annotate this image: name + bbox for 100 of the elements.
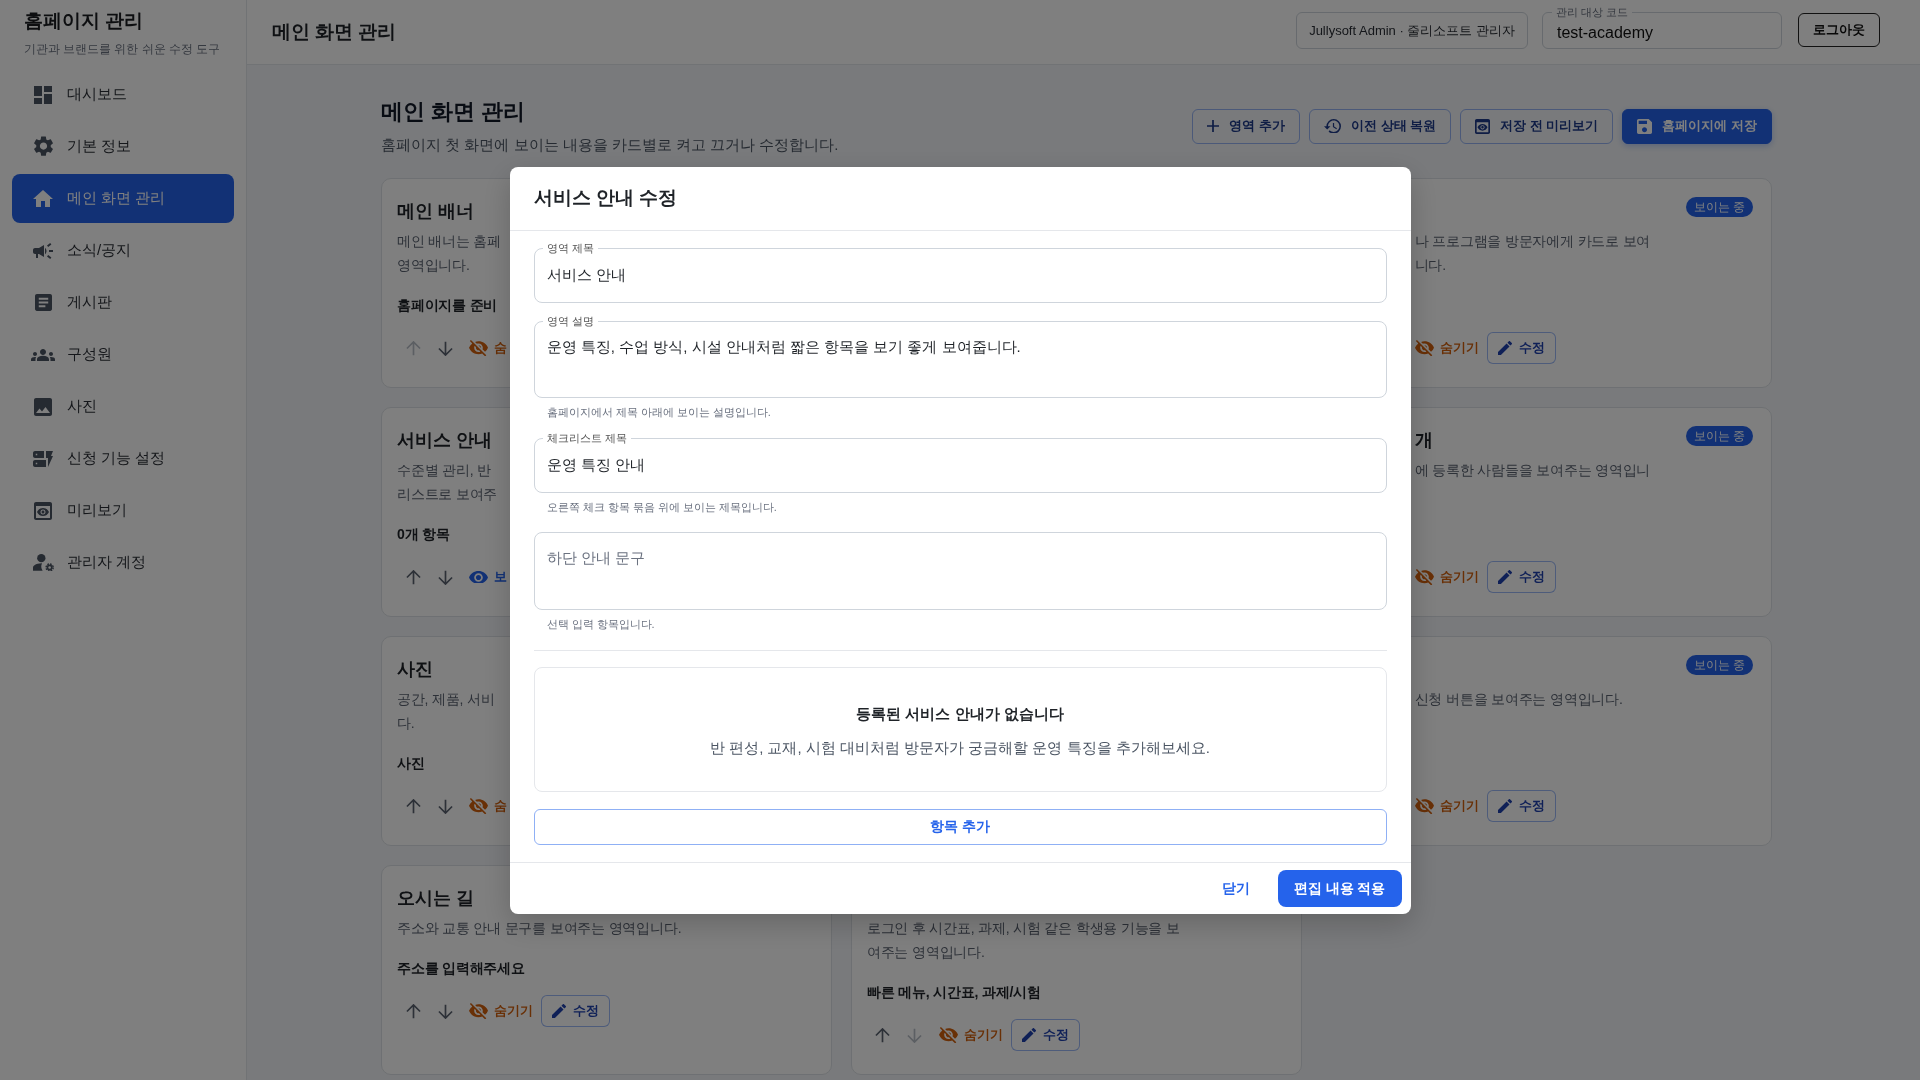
sidebar-item[interactable]: 사진 (12, 382, 234, 431)
sidebar-item[interactable]: 게시판 (12, 278, 234, 327)
dialog-title: 서비스 안내 수정 (533, 186, 677, 210)
restore-button[interactable]: 이전 상태 복원 (1308, 108, 1452, 144)
hide-button[interactable]: 숨 (469, 790, 507, 822)
card-description: 메인 배너는 홈페 (397, 232, 501, 251)
eye-slash-icon (469, 339, 488, 357)
account-chip: Jullysoft Admin · 줄리소프트 관리자 (1296, 11, 1528, 49)
arrow-down-icon (907, 1027, 923, 1043)
plus-icon (1207, 120, 1220, 132)
page-title: 메인 화면 관리 (272, 20, 397, 44)
eye-slash-icon (469, 797, 488, 815)
card-description: 니다. (1414, 256, 1446, 275)
hide-button[interactable]: 숨기기 (938, 1019, 1003, 1051)
arrow-down-icon (437, 1003, 453, 1019)
card-title: 사진 (397, 658, 433, 681)
field-label: 영역 제목 (542, 240, 598, 255)
edit-button[interactable]: 수정 (1486, 790, 1556, 822)
textarea-field[interactable]: 하단 안내 문구 (533, 531, 1387, 610)
pencil-icon (1497, 799, 1512, 813)
arrow-up-icon (405, 569, 421, 585)
sidebar-item[interactable]: 메인 화면 관리 (12, 174, 234, 223)
preview-icon (34, 501, 52, 520)
field-label: 체크리스트 제목 (542, 430, 631, 445)
edit-button[interactable]: 수정 (1486, 561, 1556, 593)
status-badge: 보이는 중 (1685, 197, 1753, 217)
hide-button[interactable]: 숨 (469, 332, 507, 364)
document-icon (34, 294, 52, 311)
edit-button[interactable]: 수정 (1010, 1019, 1080, 1051)
sidebar-item[interactable]: 기본 정보 (12, 122, 234, 171)
arrow-down-icon (437, 798, 453, 814)
add-section-button[interactable]: 영역 추가 (1192, 108, 1300, 144)
arrow-up-icon (875, 1027, 891, 1043)
people-icon (31, 348, 55, 361)
help-text: 선택 입력 항목입니다. (546, 616, 655, 632)
card-title: 개 (1414, 429, 1433, 452)
pencil-icon (552, 1004, 566, 1018)
eye-slash-icon (1414, 797, 1434, 815)
card-description: 로그인 후 시간표, 과제, 시험 같은 학생용 기능을 보 (866, 919, 1180, 938)
preview-icon (1475, 118, 1491, 134)
logout-button[interactable]: 로그아웃 (1798, 13, 1880, 47)
card-summary: 사진 (397, 755, 425, 771)
section-description: 홈페이지 첫 화면에 보이는 내용을 카드별로 켜고 끄거나 수정합니다. (381, 135, 839, 155)
person-gear-icon (32, 553, 54, 572)
form-bolt-icon (33, 450, 53, 467)
save-icon (1637, 118, 1653, 134)
card-description: 영역입니다. (397, 256, 470, 275)
help-text: 오른쪽 체크 항목 묶음 위에 보이는 제목입니다. (546, 499, 777, 515)
status-badge: 보이는 중 (1685, 426, 1753, 446)
hide-button[interactable]: 숨기기 (1414, 790, 1479, 822)
card-summary: 빠른 메뉴, 시간표, 과제/시험 (866, 984, 1041, 1000)
sidebar-item[interactable]: 신청 기능 설정 (12, 434, 234, 483)
sidebar-item[interactable]: 관리자 계정 (12, 538, 234, 587)
app-title: 홈페이지 관리 (24, 9, 144, 33)
edit-button[interactable]: 수정 (541, 995, 610, 1027)
section-heading: 메인 화면 관리 (381, 98, 526, 126)
card-title: 오시는 길 (397, 887, 474, 910)
hide-button[interactable]: 숨기기 (469, 995, 533, 1027)
card-description: 공간, 제품, 서비 (397, 690, 495, 709)
help-text: 홈페이지에서 제목 아래에 보이는 설명입니다. (546, 404, 771, 420)
empty-state-text: 반 편성, 교재, 시험 대비처럼 방문자가 궁금해할 운영 특징을 추가해보세요. (710, 737, 1210, 758)
eye-slash-icon (469, 1002, 488, 1020)
settings-icon (33, 136, 53, 157)
arrow-down-icon (437, 569, 453, 585)
hide-button[interactable]: 숨기기 (1414, 332, 1479, 364)
preview-button[interactable]: 저장 전 미리보기 (1460, 108, 1614, 144)
eye-icon (469, 570, 488, 584)
sidebar-item[interactable]: 미리보기 (12, 486, 234, 535)
sidebar-item[interactable]: 대시보드 (12, 70, 234, 119)
sidebar-item[interactable]: 소식/공지 (12, 226, 234, 275)
pencil-icon (1021, 1028, 1036, 1042)
card-summary: 주소를 입력해주세요 (397, 960, 525, 976)
close-button[interactable]: 닫기 (1209, 871, 1262, 905)
card-description: 리스트로 보여주 (397, 485, 498, 504)
show-button[interactable]: 보 (469, 561, 507, 593)
megaphone-icon (33, 242, 53, 259)
save-button[interactable]: 홈페이지에 저장 (1622, 108, 1772, 144)
history-icon (1323, 118, 1341, 134)
card-description: 다. (397, 714, 415, 733)
empty-state-title: 등록된 서비스 안내가 없습니다 (856, 703, 1064, 724)
arrow-up-icon (405, 798, 421, 814)
arrow-down-icon (437, 340, 453, 356)
card-title: 서비스 안내 (397, 429, 492, 452)
add-item-button[interactable]: 항목 추가 (533, 808, 1387, 845)
app-subtitle: 기관과 브랜드를 위한 쉬운 수정 도구 (24, 42, 220, 57)
apply-button[interactable]: 편집 내용 적용 (1277, 869, 1402, 907)
edit-button[interactable]: 수정 (1486, 332, 1556, 364)
arrow-up-icon (405, 340, 421, 356)
card-description: 신청 버튼을 보여주는 영역입니다. (1414, 690, 1623, 709)
arrow-up-icon (405, 1003, 421, 1019)
field-label: 관리 대상 코드 (1552, 4, 1633, 19)
sidebar-item[interactable]: 구성원 (12, 330, 234, 379)
eye-slash-icon (1414, 339, 1434, 357)
card-description: 나 프로그램을 방문자에게 카드로 보여 (1414, 232, 1651, 251)
eye-slash-icon (1414, 568, 1434, 586)
pencil-icon (1497, 570, 1512, 584)
hide-button[interactable]: 숨기기 (1414, 561, 1479, 593)
pencil-icon (1497, 341, 1512, 355)
card-description: 에 등록한 사람들을 보여주는 영역입니 (1414, 461, 1651, 480)
field-label: 영역 설명 (542, 313, 598, 328)
